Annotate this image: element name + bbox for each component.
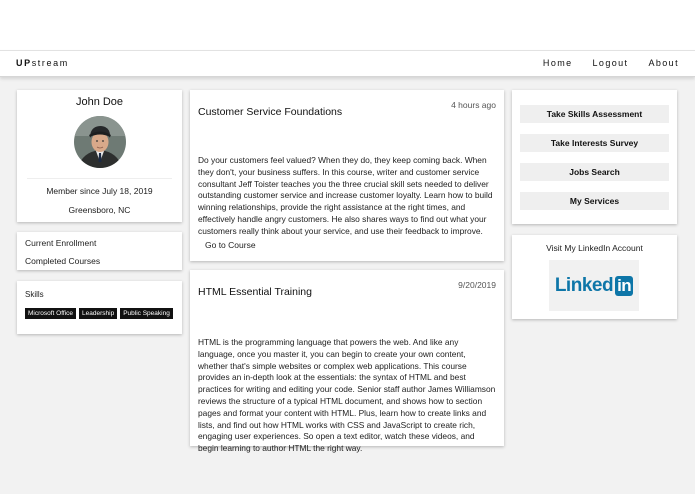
actions-card: Take Skills Assessment Take Interests Su… — [512, 90, 677, 224]
avatar — [73, 116, 126, 168]
course-title: Customer Service Foundations — [198, 106, 343, 118]
jobs-search-button[interactable]: Jobs Search — [520, 163, 669, 181]
skills-tags: Microsoft Office Leadership Public Speak… — [25, 308, 175, 319]
course-timestamp: 9/20/2019 — [458, 280, 496, 290]
interests-survey-button[interactable]: Take Interests Survey — [520, 134, 669, 152]
member-since: Member since July 18, 2019 — [46, 186, 153, 196]
skill-tag: Public Speaking — [120, 308, 173, 319]
linkedin-logo-icon: Linked in — [554, 274, 634, 296]
go-to-course-link[interactable]: Go to Course — [205, 240, 256, 250]
nav-home-link[interactable]: Home — [543, 58, 573, 68]
course-title: HTML Essential Training — [198, 286, 312, 298]
my-services-button[interactable]: My Services — [520, 192, 669, 210]
skill-tag: Microsoft Office — [25, 308, 77, 319]
linkedin-title: Visit My LinkedIn Account — [546, 243, 643, 253]
skills-card: Skills Microsoft Office Leadership Publi… — [17, 281, 182, 334]
skills-title: Skills — [25, 290, 44, 299]
enrollment-card: Current Enrollment Completed Courses — [17, 232, 182, 270]
top-margin — [0, 0, 695, 50]
current-enrollment-link[interactable]: Current Enrollment — [25, 238, 96, 248]
course-card: HTML Essential Training 9/20/2019 HTML i… — [190, 270, 504, 453]
navbar: UPstream Home Logout About — [0, 50, 695, 77]
course-description: Do your customers feel valued? When they… — [198, 155, 493, 236]
course-timestamp: 4 hours ago — [451, 100, 496, 110]
skill-tag: Leadership — [79, 308, 118, 319]
brand-logo[interactable]: UPstream — [16, 58, 69, 68]
nav-about-link[interactable]: About — [648, 58, 679, 68]
skills-assessment-button[interactable]: Take Skills Assessment — [520, 105, 669, 123]
nav-links: Home Logout About — [543, 58, 679, 68]
profile-name: John Doe — [75, 96, 124, 108]
completed-courses-link[interactable]: Completed Courses — [25, 256, 100, 266]
profile-card: John Doe Member since July 18, 2019 Gree… — [17, 90, 182, 222]
profile-location: Greensboro, NC — [68, 205, 131, 215]
course-description: HTML is the programming language that po… — [198, 337, 496, 454]
linkedin-logo-link[interactable]: Linked in — [549, 260, 639, 311]
course-card: Customer Service Foundations 4 hours ago… — [190, 90, 504, 261]
nav-logout-link[interactable]: Logout — [593, 58, 629, 68]
profile-divider — [27, 178, 172, 179]
linkedin-card: Visit My LinkedIn Account Linked in — [512, 235, 677, 319]
